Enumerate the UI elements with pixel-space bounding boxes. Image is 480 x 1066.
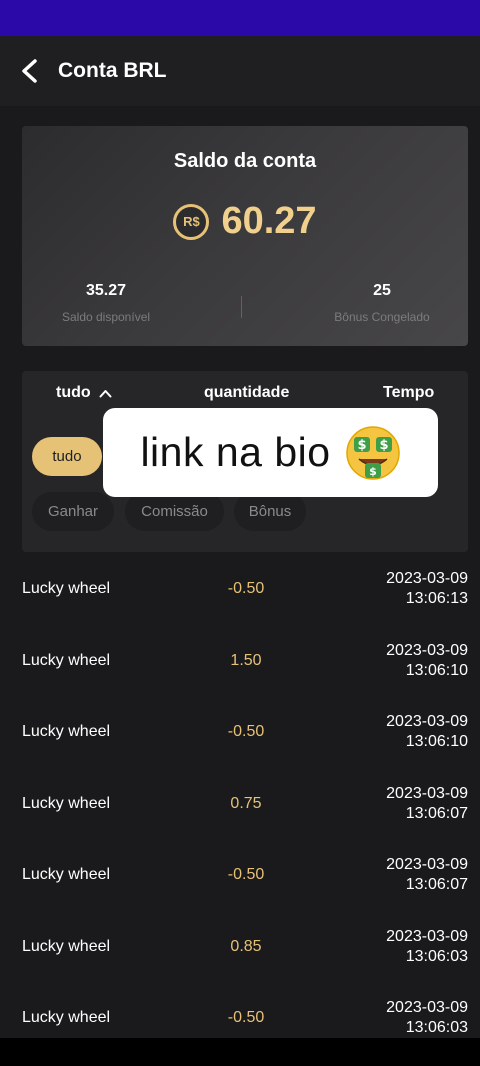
tx-amount: 1.50: [230, 651, 262, 669]
tx-clock: 13:06:07: [405, 876, 468, 893]
link-in-bio-overlay: link na bio $ $ $: [103, 408, 438, 497]
tx-clock: 13:06:03: [405, 947, 468, 965]
tx-amount: 0.85: [230, 937, 262, 955]
table-row: Lucky wheel -0.50 2023-03-09 13:06:07: [0, 839, 480, 911]
money-mouth-face-icon: $ $ $: [345, 425, 400, 480]
balance-amount: 60.27: [221, 200, 317, 242]
available-balance: 35.27 Saldo disponível: [26, 282, 186, 324]
tx-clock: 13:06:10: [405, 733, 468, 750]
chip-tudo[interactable]: tudo: [32, 437, 102, 476]
table-row: Lucky wheel 0.85 2023-03-09 13:06:03: [0, 911, 480, 983]
tx-date: 2023-03-09: [386, 999, 468, 1016]
app-header: Conta BRL: [0, 36, 480, 106]
tx-name: Lucky wheel: [22, 794, 111, 812]
svg-text:$: $: [369, 465, 377, 478]
page-title: Conta BRL: [58, 59, 167, 82]
frozen-bonus: 25 Bônus Congelado: [302, 282, 462, 324]
tx-time: 2023-03-09 13:06:10: [328, 712, 468, 752]
available-balance-value: 35.27: [85, 282, 127, 299]
table-row: Lucky wheel -0.50 2023-03-09 13:06:13: [0, 553, 480, 625]
tx-clock: 13:06:07: [405, 804, 468, 822]
svg-text:$: $: [379, 438, 388, 453]
tx-name: Lucky wheel: [22, 723, 111, 740]
type-column-header[interactable]: tudo: [56, 384, 112, 402]
transaction-list: Lucky wheel -0.50 2023-03-09 13:06:13 Luc…: [0, 553, 480, 1054]
amount-column-header: quantidade: [204, 384, 290, 401]
tx-date: 2023-03-09: [386, 713, 468, 730]
tx-time: 2023-03-09 13:06:03: [328, 927, 468, 967]
tx-name: Lucky wheel: [22, 866, 111, 883]
tx-time: 2023-03-09 13:06:07: [328, 784, 468, 824]
frozen-bonus-label: Bônus Congelado: [334, 310, 430, 324]
system-navigation-bar: [0, 1038, 480, 1066]
tx-date: 2023-03-09: [386, 570, 468, 587]
tx-name: Lucky wheel: [22, 1009, 111, 1026]
balance-row: R$ 60.27: [22, 200, 468, 243]
tx-time: 2023-03-09 13:06:03: [328, 998, 468, 1038]
tx-time: 2023-03-09 13:06:13: [328, 569, 468, 609]
time-column-header: Tempo: [383, 384, 435, 401]
chip-comissao[interactable]: Comissão: [125, 492, 224, 531]
tx-date: 2023-03-09: [386, 641, 468, 659]
frozen-bonus-value: 25: [373, 282, 391, 299]
stat-divider: [241, 296, 242, 318]
tx-name: Lucky wheel: [22, 651, 111, 669]
available-balance-label: Saldo disponível: [61, 310, 151, 324]
back-button[interactable]: [0, 36, 60, 106]
tx-amount: 0.75: [230, 794, 262, 812]
tx-date: 2023-03-09: [386, 856, 468, 873]
tx-time: 2023-03-09 13:06:10: [328, 641, 468, 681]
tx-amount: -0.50: [227, 723, 265, 740]
table-row: Lucky wheel 1.50 2023-03-09 13:06:10: [0, 625, 480, 697]
tx-date: 2023-03-09: [386, 784, 468, 802]
table-row: Lucky wheel -0.50 2023-03-09 13:06:10: [0, 696, 480, 768]
tx-name: Lucky wheel: [22, 937, 111, 955]
balance-title: Saldo da conta: [173, 150, 317, 172]
chip-ganhar[interactable]: Ganhar: [32, 492, 114, 531]
overlay-text: link na bio: [140, 429, 331, 475]
tx-clock: 13:06:10: [405, 661, 468, 679]
balance-card: Saldo da conta R$ 60.27 35.27 Saldo disp…: [22, 126, 468, 346]
tx-date: 2023-03-09: [386, 927, 468, 945]
tx-amount: -0.50: [227, 866, 265, 883]
tx-amount: -0.50: [227, 580, 265, 597]
chevron-up-icon: [99, 389, 112, 398]
tx-clock: 13:06:03: [405, 1019, 468, 1036]
svg-text:$: $: [357, 438, 366, 453]
tx-name: Lucky wheel: [22, 580, 111, 597]
chip-bonus[interactable]: Bônus: [234, 492, 306, 531]
tx-time: 2023-03-09 13:06:07: [328, 855, 468, 895]
status-bar: [0, 0, 480, 36]
coin-icon: R$: [173, 203, 210, 240]
type-column-label: tudo: [56, 384, 91, 401]
table-row: Lucky wheel 0.75 2023-03-09 13:06:07: [0, 768, 480, 840]
chevron-left-icon: [22, 59, 37, 83]
tx-clock: 13:06:13: [405, 590, 468, 607]
tx-amount: -0.50: [227, 1009, 265, 1026]
